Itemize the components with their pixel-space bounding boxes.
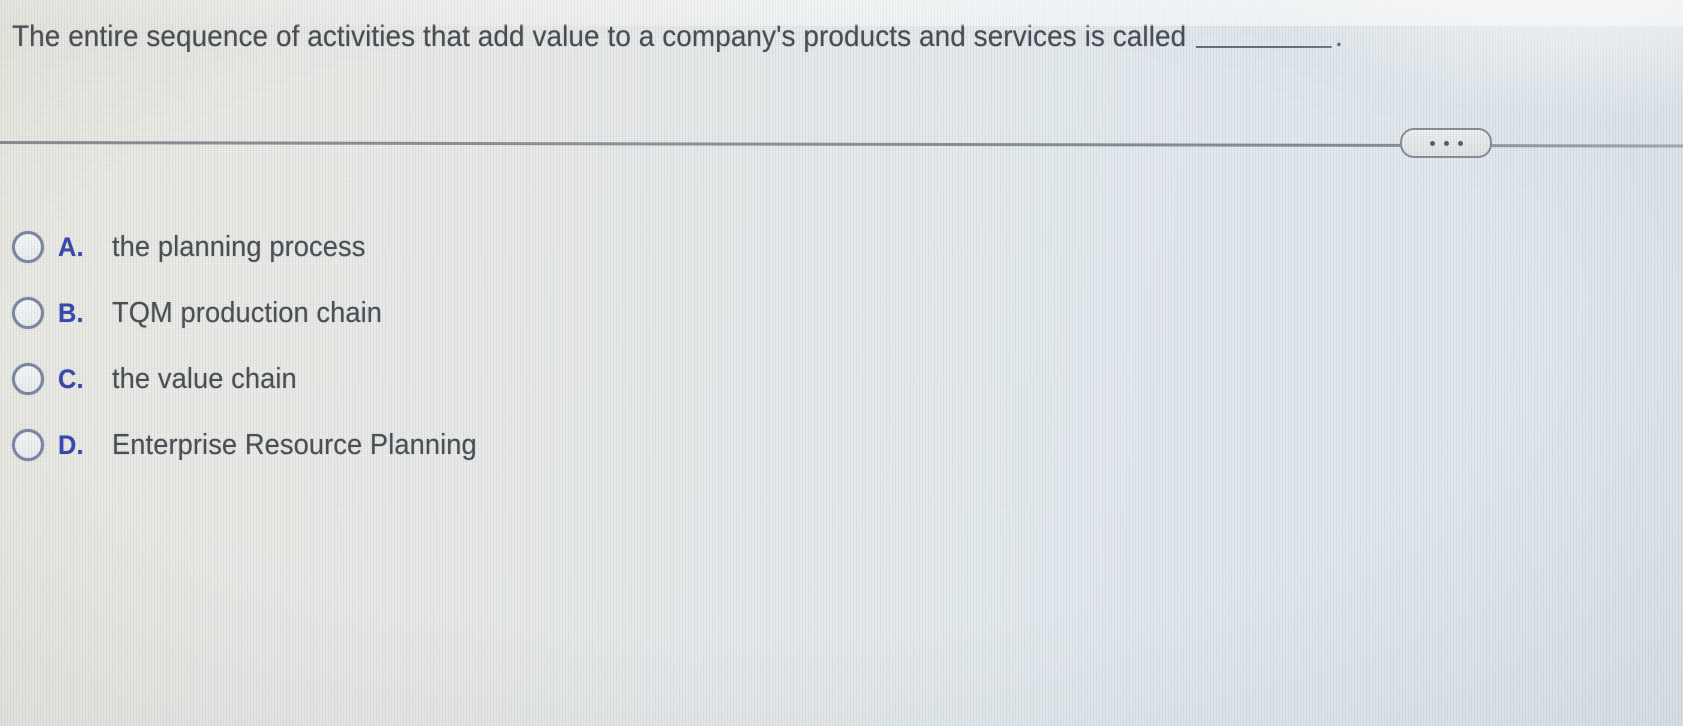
radio-button-c[interactable] (12, 363, 44, 395)
answer-blank (1195, 24, 1332, 48)
option-row-a[interactable]: A. the planning process (0, 214, 1683, 280)
question-prompt-text: The entire sequence of activities that a… (12, 20, 1187, 53)
option-text-c: the value chain (112, 362, 297, 395)
radio-button-b[interactable] (12, 297, 44, 329)
question-area: The entire sequence of activities that a… (0, 0, 1683, 143)
option-row-d[interactable]: D. Enterprise Resource Planning (0, 412, 1683, 478)
ellipsis-dot-3 (1457, 140, 1463, 146)
option-text-a: the planning process (112, 230, 366, 263)
option-row-c[interactable]: C. the value chain (0, 346, 1683, 412)
option-text-d: Enterprise Resource Planning (112, 428, 477, 461)
option-text-b: TQM production chain (112, 296, 383, 329)
radio-button-a[interactable] (12, 231, 44, 263)
question-prompt: The entire sequence of activities that a… (12, 18, 1343, 56)
ellipsis-dot-2 (1443, 140, 1449, 146)
option-letter-b: B. (58, 297, 84, 328)
question-screen: The entire sequence of activities that a… (0, 0, 1683, 726)
option-letter-d: D. (58, 429, 84, 460)
radio-button-d[interactable] (12, 429, 44, 461)
ellipsis-dot-1 (1429, 140, 1435, 146)
question-prompt-period: . (1335, 20, 1343, 53)
ellipsis-menu-button[interactable]: ... (1400, 128, 1492, 158)
answer-options-list: A. the planning process B. TQM productio… (0, 214, 1683, 478)
option-letter-a: A. (58, 231, 84, 262)
option-letter-c: C. (58, 363, 84, 394)
option-row-b[interactable]: B. TQM production chain (0, 280, 1683, 346)
